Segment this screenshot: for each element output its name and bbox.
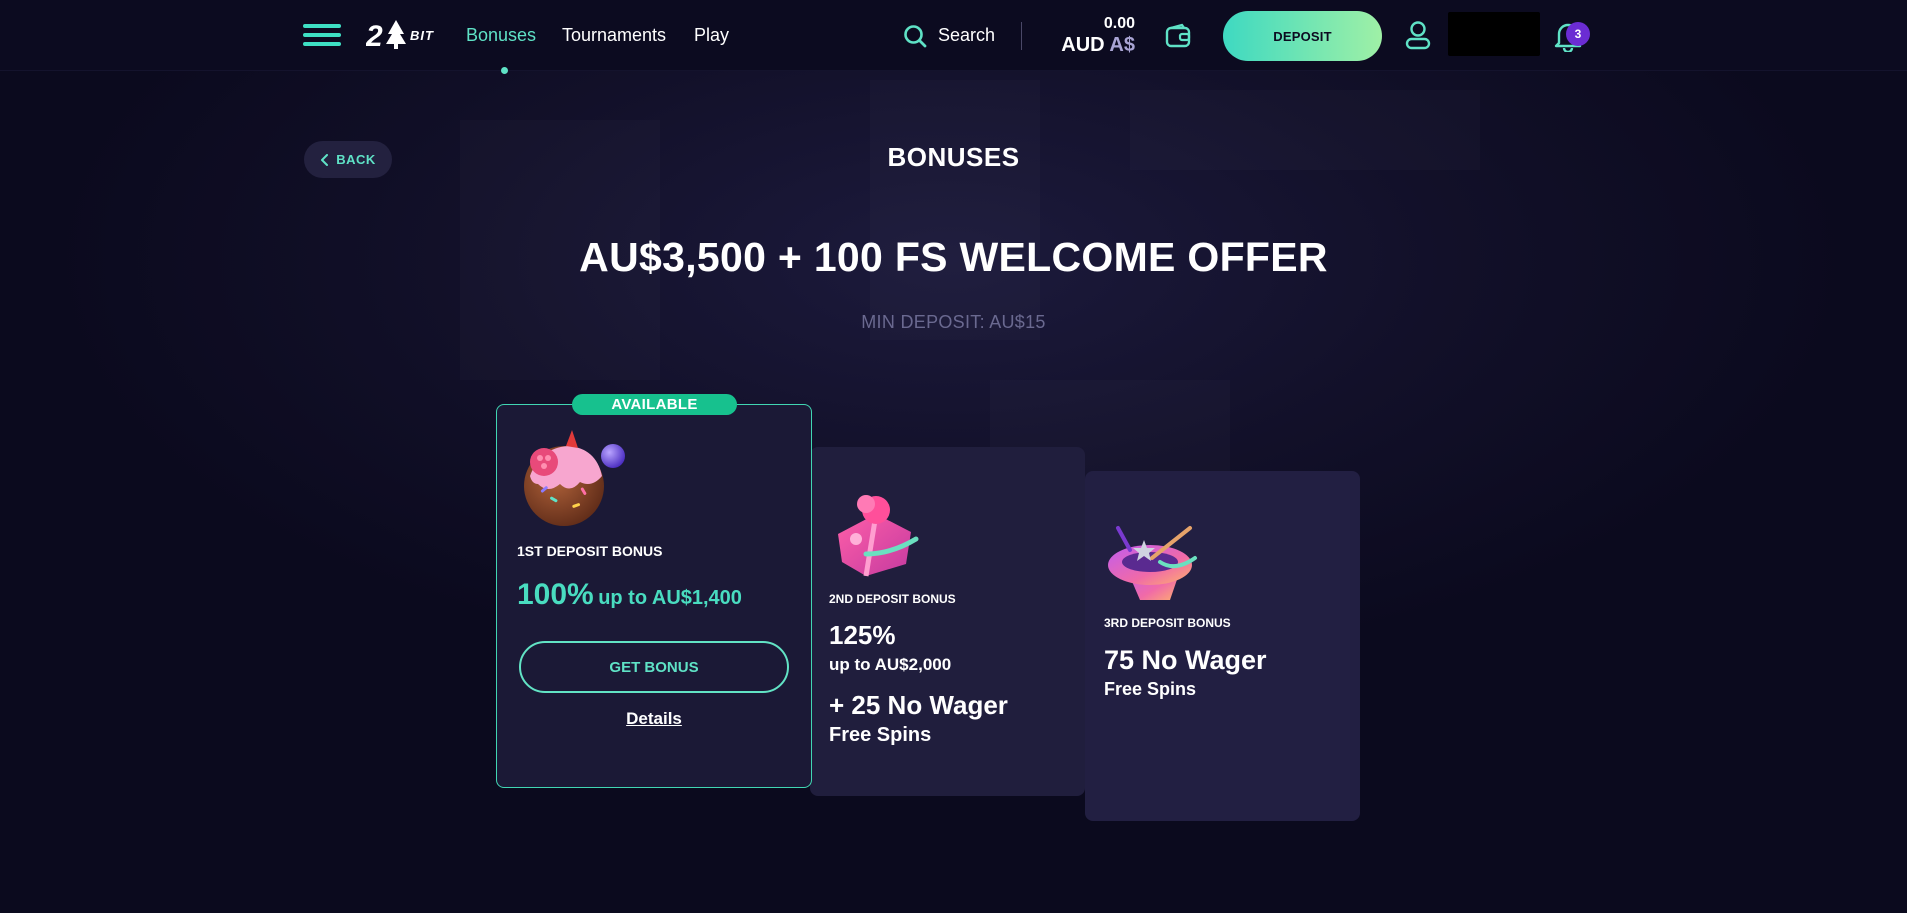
first-deposit-label: 1ST DEPOSIT BONUS <box>517 543 663 559</box>
active-nav-indicator <box>501 67 508 74</box>
second-deposit-spins: + 25 No Wager <box>829 690 1008 720</box>
second-deposit-upto: up to AU$2,000 <box>829 655 952 674</box>
page: 2 BIT Bonuses Tournaments Play Search 0.… <box>0 0 1907 913</box>
get-bonus-button[interactable]: GET BONUS <box>519 641 789 693</box>
deposit-button[interactable]: DEPOSIT <box>1223 11 1382 61</box>
background-shape <box>870 80 1040 340</box>
third-deposit-spins: 75 No Wager <box>1104 645 1267 675</box>
details-link[interactable]: Details <box>496 709 812 729</box>
nav-tournaments[interactable]: Tournaments <box>562 25 666 46</box>
logo-text: BIT <box>410 28 434 43</box>
currency-code: AUD <box>1061 34 1105 56</box>
svg-text:2: 2 <box>366 20 383 52</box>
first-deposit-upto: up to AU$1,400 <box>598 587 742 609</box>
currency-symbol: A$ <box>1109 34 1135 56</box>
wallet-icon[interactable] <box>1164 22 1192 50</box>
min-deposit-text: MIN DEPOSIT: AU$15 <box>861 312 1046 332</box>
search-icon <box>904 25 927 48</box>
menu-icon[interactable] <box>303 24 341 46</box>
top-header: 2 BIT Bonuses Tournaments Play Search 0.… <box>0 0 1907 74</box>
redacted-block <box>1448 12 1540 56</box>
balance-display[interactable]: 0.00 AUD A$ <box>1040 15 1135 57</box>
donut-cake-illustration <box>524 430 625 526</box>
nav-bonuses[interactable]: Bonuses <box>466 25 536 46</box>
welcome-offer-title: AU$3,500 + 100 FS WELCOME OFFER <box>579 234 1328 280</box>
search-label: Search <box>938 25 996 45</box>
header-divider <box>1021 22 1022 50</box>
balance-currency: AUD A$ <box>1040 33 1135 57</box>
second-deposit-label: 2ND DEPOSIT BONUS <box>829 592 956 606</box>
first-deposit-percent: 100% <box>517 578 594 611</box>
page-title: BONUSES <box>887 142 1020 172</box>
second-deposit-free-spins: Free Spins <box>829 724 932 746</box>
third-deposit-label: 3RD DEPOSIT BONUS <box>1104 616 1231 630</box>
gift-box-illustration <box>838 495 919 577</box>
site-logo[interactable]: 2 BIT <box>365 16 442 53</box>
user-icon[interactable] <box>1404 20 1432 50</box>
first-deposit-amount: 100% up to AU$1,400 <box>517 578 742 612</box>
logo-mark: 2 <box>365 20 406 53</box>
notification-count-badge: 3 <box>1566 22 1590 46</box>
nav-play[interactable]: Play <box>694 25 729 46</box>
balance-amount: 0.00 <box>1103 15 1135 32</box>
available-badge: AVAILABLE <box>572 394 737 415</box>
magic-hat-illustration <box>1108 526 1197 600</box>
third-deposit-free-spins: Free Spins <box>1104 679 1197 699</box>
second-deposit-percent: 125% <box>829 620 896 650</box>
